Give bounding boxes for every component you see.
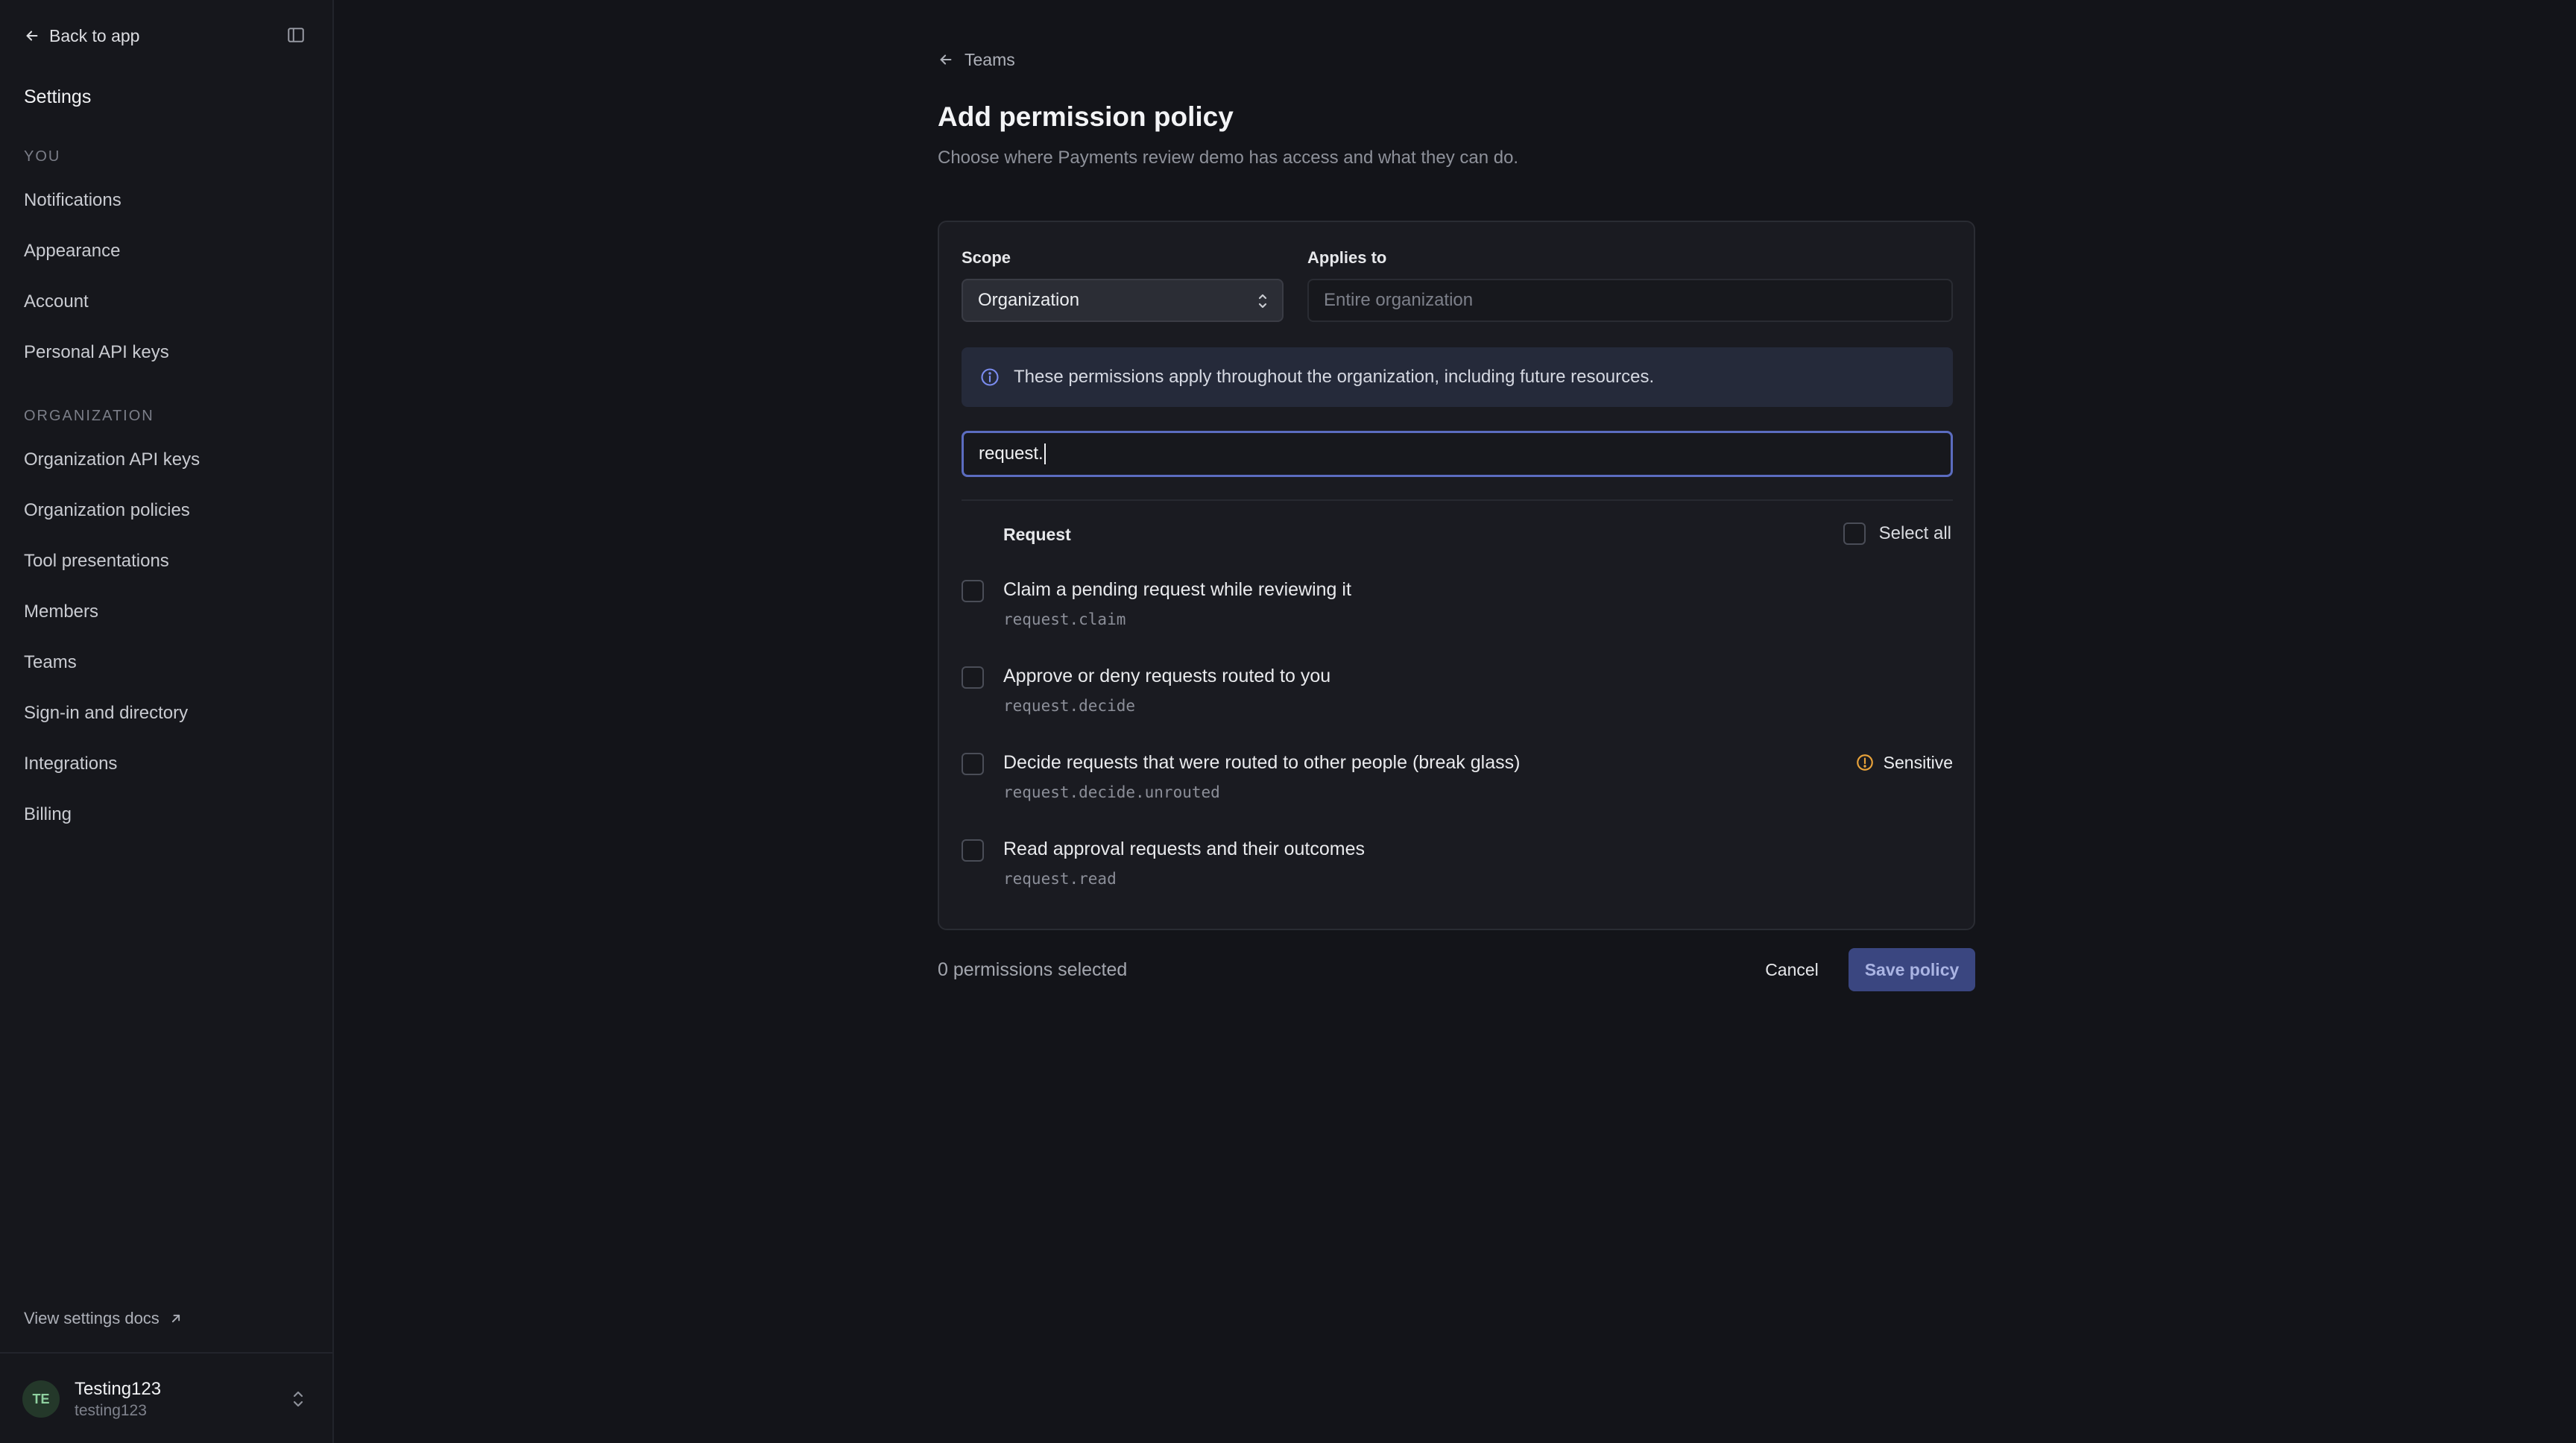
permission-title: Claim a pending request while reviewing … [1003,579,1351,600]
sidebar-section-you: YOU [24,148,61,165]
permission-code: request.claim [1003,610,1126,628]
permission-checkbox[interactable] [962,580,984,602]
sidebar-item-organization-api-keys[interactable]: Organization API keys [24,448,200,472]
info-banner-text: These permissions apply throughout the o… [1014,367,1655,387]
policy-form-card: Scope Organization Applies to Entire org… [938,221,1975,930]
avatar: TE [22,1380,60,1418]
sidebar-item-personal-api-keys[interactable]: Personal API keys [24,341,169,364]
external-link-icon [168,1311,183,1326]
sensitive-badge: Sensitive [1855,751,1953,774]
view-settings-docs-link[interactable]: View settings docs [24,1307,183,1330]
permission-title: Approve or deny requests routed to you [1003,666,1331,686]
sidebar-item-tool-presentations[interactable]: Tool presentations [24,549,169,573]
permission-checkbox[interactable] [962,839,984,862]
sensitive-label: Sensitive [1883,753,1953,772]
sidebar-toggle-icon [286,25,306,45]
permission-row[interactable]: Read approval requests and their outcome… [962,836,1953,903]
sidebar-item-appearance[interactable]: Appearance [24,239,120,263]
select-all-checkbox[interactable] [1843,522,1866,545]
permission-checkbox[interactable] [962,753,984,775]
sidebar-item-account[interactable]: Account [24,290,89,314]
select-all-label: Select all [1878,523,1951,543]
applies-to-field[interactable]: Entire organization [1307,279,1953,322]
sidebar-title: Settings [24,86,92,107]
settings-sidebar: Back to app Settings YOU Notifications A… [0,0,334,1443]
permission-code: request.read [1003,870,1117,888]
scope-info-banner: These permissions apply throughout the o… [962,347,1953,407]
cancel-button[interactable]: Cancel [1753,948,1831,991]
toggle-sidebar-button[interactable] [283,22,309,48]
text-caret [1044,443,1046,464]
page-title: Add permission policy [938,101,1234,132]
sidebar-item-integrations[interactable]: Integrations [24,752,117,776]
info-icon [979,367,1000,388]
breadcrumb-teams-link[interactable]: Teams [938,48,1015,72]
permission-code: request.decide.unrouted [1003,783,1220,801]
permission-row[interactable]: Claim a pending request while reviewing … [962,577,1953,644]
back-to-app-link[interactable]: Back to app [24,24,139,48]
scope-select-value: Organization [978,290,1080,310]
permission-title: Decide requests that were routed to othe… [1003,752,1521,773]
sidebar-item-members[interactable]: Members [24,600,98,624]
chevron-up-down-icon [1255,291,1270,312]
page-subtitle: Choose where Payments review demo has ac… [938,148,1519,168]
user-account-switcher[interactable]: TE Testing123 testing123 [0,1352,332,1443]
permission-checkbox[interactable] [962,666,984,689]
divider [962,499,1953,501]
user-name: Testing123 [75,1379,162,1399]
permission-row[interactable]: Decide requests that were routed to othe… [962,750,1953,817]
save-policy-button[interactable]: Save policy [1849,948,1975,991]
permission-code: request.decide [1003,697,1136,715]
user-handle: testing123 [75,1402,147,1419]
docs-link-label: View settings docs [24,1309,160,1327]
sidebar-section-organization: ORGANIZATION [24,408,154,424]
sidebar-item-billing[interactable]: Billing [24,803,72,827]
sidebar-item-notifications[interactable]: Notifications [24,189,121,212]
warning-icon [1855,753,1875,772]
permission-title: Read approval requests and their outcome… [1003,839,1366,859]
sidebar-item-teams[interactable]: Teams [24,651,77,675]
permission-search-input[interactable]: request. [962,431,1953,477]
chevron-up-down-icon [289,1388,307,1410]
permission-group-label: Request [1003,525,1071,544]
breadcrumb-label: Teams [965,50,1015,69]
scope-select[interactable]: Organization [962,279,1284,322]
sidebar-item-organization-policies[interactable]: Organization policies [24,499,190,522]
selected-count: 0 permissions selected [938,959,1128,980]
scope-label: Scope [962,248,1011,267]
search-input-value: request. [979,443,1044,464]
sidebar-item-sign-in-and-directory[interactable]: Sign-in and directory [24,701,188,725]
arrow-left-icon [938,51,954,68]
permission-row[interactable]: Approve or deny requests routed to you r… [962,663,1953,730]
arrow-left-icon [24,28,40,44]
applies-to-label: Applies to [1307,248,1387,267]
select-all-toggle[interactable]: Select all [1843,522,1951,546]
back-to-app-label: Back to app [49,25,140,45]
